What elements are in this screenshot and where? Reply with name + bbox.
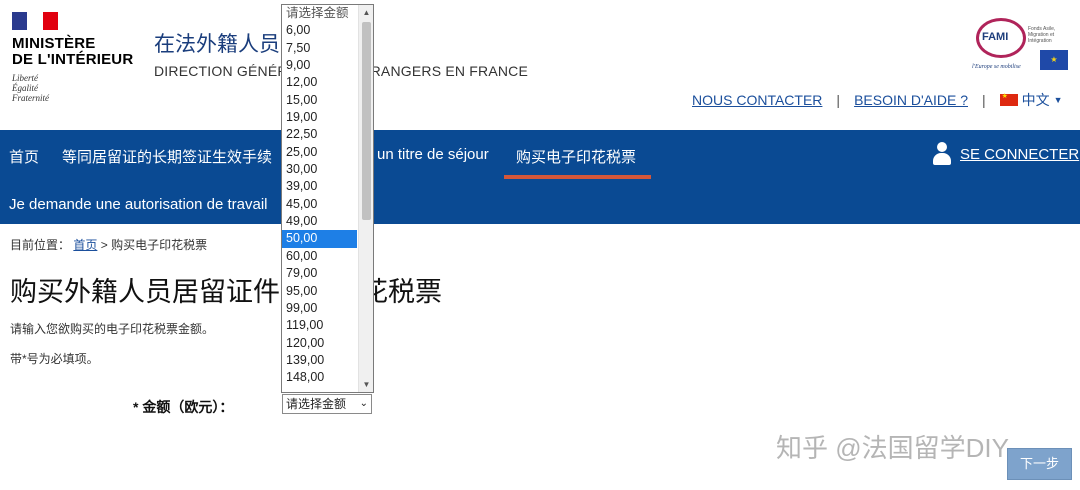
- breadcrumb: 目前位置： 首页 > 购买电子印花税票: [10, 236, 207, 253]
- amount-option[interactable]: 95,00: [282, 283, 357, 300]
- scroll-up-icon[interactable]: ▲: [359, 5, 373, 20]
- amount-option[interactable]: 22,50: [282, 126, 357, 143]
- amount-option[interactable]: 49,00: [282, 213, 357, 230]
- ministry-line2: DE L'INTÉRIEUR: [12, 51, 134, 68]
- ministry-name: MINISTÈRE DE L'INTÉRIEUR: [12, 36, 147, 68]
- amount-option[interactable]: 12,00: [282, 74, 357, 91]
- nav-stamp-purchase[interactable]: 购买电子印花税票: [516, 146, 636, 167]
- motto-egalite: Égalité: [12, 83, 38, 93]
- amount-select-value: 请选择金额: [286, 397, 347, 411]
- chevron-down-icon: ⌄: [359, 398, 368, 409]
- amount-option[interactable]: 39,00: [282, 178, 357, 195]
- fami-logo: FAMI Fonds Asile, Migration et Intégrati…: [970, 18, 1070, 74]
- amount-option[interactable]: 25,00: [282, 144, 357, 161]
- language-label: 中文: [1021, 92, 1050, 108]
- caret-down-icon: ▼: [1053, 95, 1063, 105]
- breadcrumb-sep: >: [100, 238, 108, 252]
- amount-option[interactable]: 请选择金额: [282, 5, 357, 22]
- top-links: NOUS CONTACTER | BESOIN D'AIDE ? | 中文 ▼: [692, 90, 1063, 110]
- nav-work-permit[interactable]: Je demande une autorisation de travail: [9, 196, 268, 213]
- amount-label: * 金额（欧元）：: [133, 399, 234, 415]
- ministry-logo[interactable]: MINISTÈRE DE L'INTÉRIEUR Liberté Égalité…: [12, 12, 147, 103]
- scrollbar-thumb[interactable]: [362, 22, 371, 220]
- amount-option[interactable]: 45,00: [282, 196, 357, 213]
- fami-subtitle: Fonds Asile, Migration et Intégration: [1028, 26, 1056, 44]
- next-button[interactable]: 下一步: [1007, 448, 1072, 480]
- ministry-line1: MINISTÈRE: [12, 35, 96, 52]
- amount-select[interactable]: 请选择金额 ⌄: [282, 394, 372, 414]
- amount-option[interactable]: 50,00: [282, 230, 357, 248]
- amount-option[interactable]: 7,50: [282, 40, 357, 57]
- amount-option[interactable]: 15,00: [282, 92, 357, 109]
- required-note: 带*号为必填项。: [10, 352, 99, 366]
- amount-option[interactable]: 139,00: [282, 352, 357, 369]
- fami-name: FAMI: [982, 31, 1009, 43]
- page-description: 请输入您欲购买的电子印花税票金额。: [10, 322, 215, 336]
- connect-button[interactable]: SE CONNECTER: [932, 142, 1079, 166]
- amount-option[interactable]: 119,00: [282, 317, 357, 334]
- amount-option[interactable]: 120,00: [282, 335, 357, 352]
- amount-dropdown[interactable]: 请选择金额 6,00 7,50 9,00 12,00 15,00 19,00 22,50 25,…: [281, 4, 374, 393]
- amount-option[interactable]: 99,00: [282, 300, 357, 317]
- motto-fraternite: Fraternité: [12, 93, 49, 103]
- marianne-flag-icon: [12, 12, 58, 30]
- eu-flag-icon: ★: [1040, 50, 1068, 70]
- scroll-down-icon[interactable]: ▼: [359, 377, 373, 392]
- nav-row-1: 首页 等同居留证的长期签证生效手续 un titre de séjour 购买电…: [0, 130, 1080, 180]
- amount-option[interactable]: 9,00: [282, 57, 357, 74]
- amount-option[interactable]: 60,00: [282, 248, 357, 265]
- amount-options-list: 请选择金额 6,00 7,50 9,00 12,00 15,00 19,00 22,50 25,…: [282, 5, 357, 387]
- nav-home[interactable]: 首页: [9, 146, 39, 167]
- amount-option[interactable]: 79,00: [282, 265, 357, 282]
- amount-option[interactable]: 19,00: [282, 109, 357, 126]
- link-separator: |: [836, 92, 841, 108]
- china-flag-icon: [999, 92, 1018, 106]
- amount-option[interactable]: 30,00: [282, 161, 357, 178]
- amount-option[interactable]: 148,00: [282, 369, 357, 386]
- fami-tagline: l'Europe se mobilise: [972, 64, 1021, 70]
- breadcrumb-home[interactable]: 首页: [73, 238, 97, 252]
- nav-titre-sejour[interactable]: un titre de séjour: [377, 146, 489, 163]
- help-link[interactable]: BESOIN D'AIDE ?: [854, 92, 968, 108]
- motto-liberte: Liberté: [12, 73, 38, 83]
- user-icon: [932, 142, 952, 166]
- page-title: 购买外籍人员居留证件电子印花税票: [10, 277, 442, 307]
- language-selector[interactable]: 中文 ▼: [999, 90, 1063, 110]
- site-header: MINISTÈRE DE L'INTÉRIEUR Liberté Égalité…: [0, 0, 1080, 130]
- zhihu-watermark: 知乎 @法国留学DIY: [776, 433, 1009, 463]
- breadcrumb-prefix: 目前位置：: [10, 238, 71, 252]
- amount-option[interactable]: 6,00: [282, 22, 357, 39]
- contact-link[interactable]: NOUS CONTACTER: [692, 92, 822, 108]
- link-separator: |: [982, 92, 986, 108]
- nav-long-visa[interactable]: 等同居留证的长期签证生效手续: [62, 146, 272, 167]
- breadcrumb-current: 购买电子印花税票: [111, 238, 208, 252]
- connect-label: SE CONNECTER: [960, 145, 1080, 163]
- republic-motto: Liberté Égalité Fraternité: [12, 73, 147, 103]
- dropdown-scrollbar[interactable]: ▲ ▼: [358, 5, 373, 392]
- main-nav: 首页 等同居留证的长期签证生效手续 un titre de séjour 购买电…: [0, 130, 1080, 224]
- nav-active-indicator: [504, 175, 651, 179]
- site-title[interactable]: 在法外籍人员: [154, 28, 280, 58]
